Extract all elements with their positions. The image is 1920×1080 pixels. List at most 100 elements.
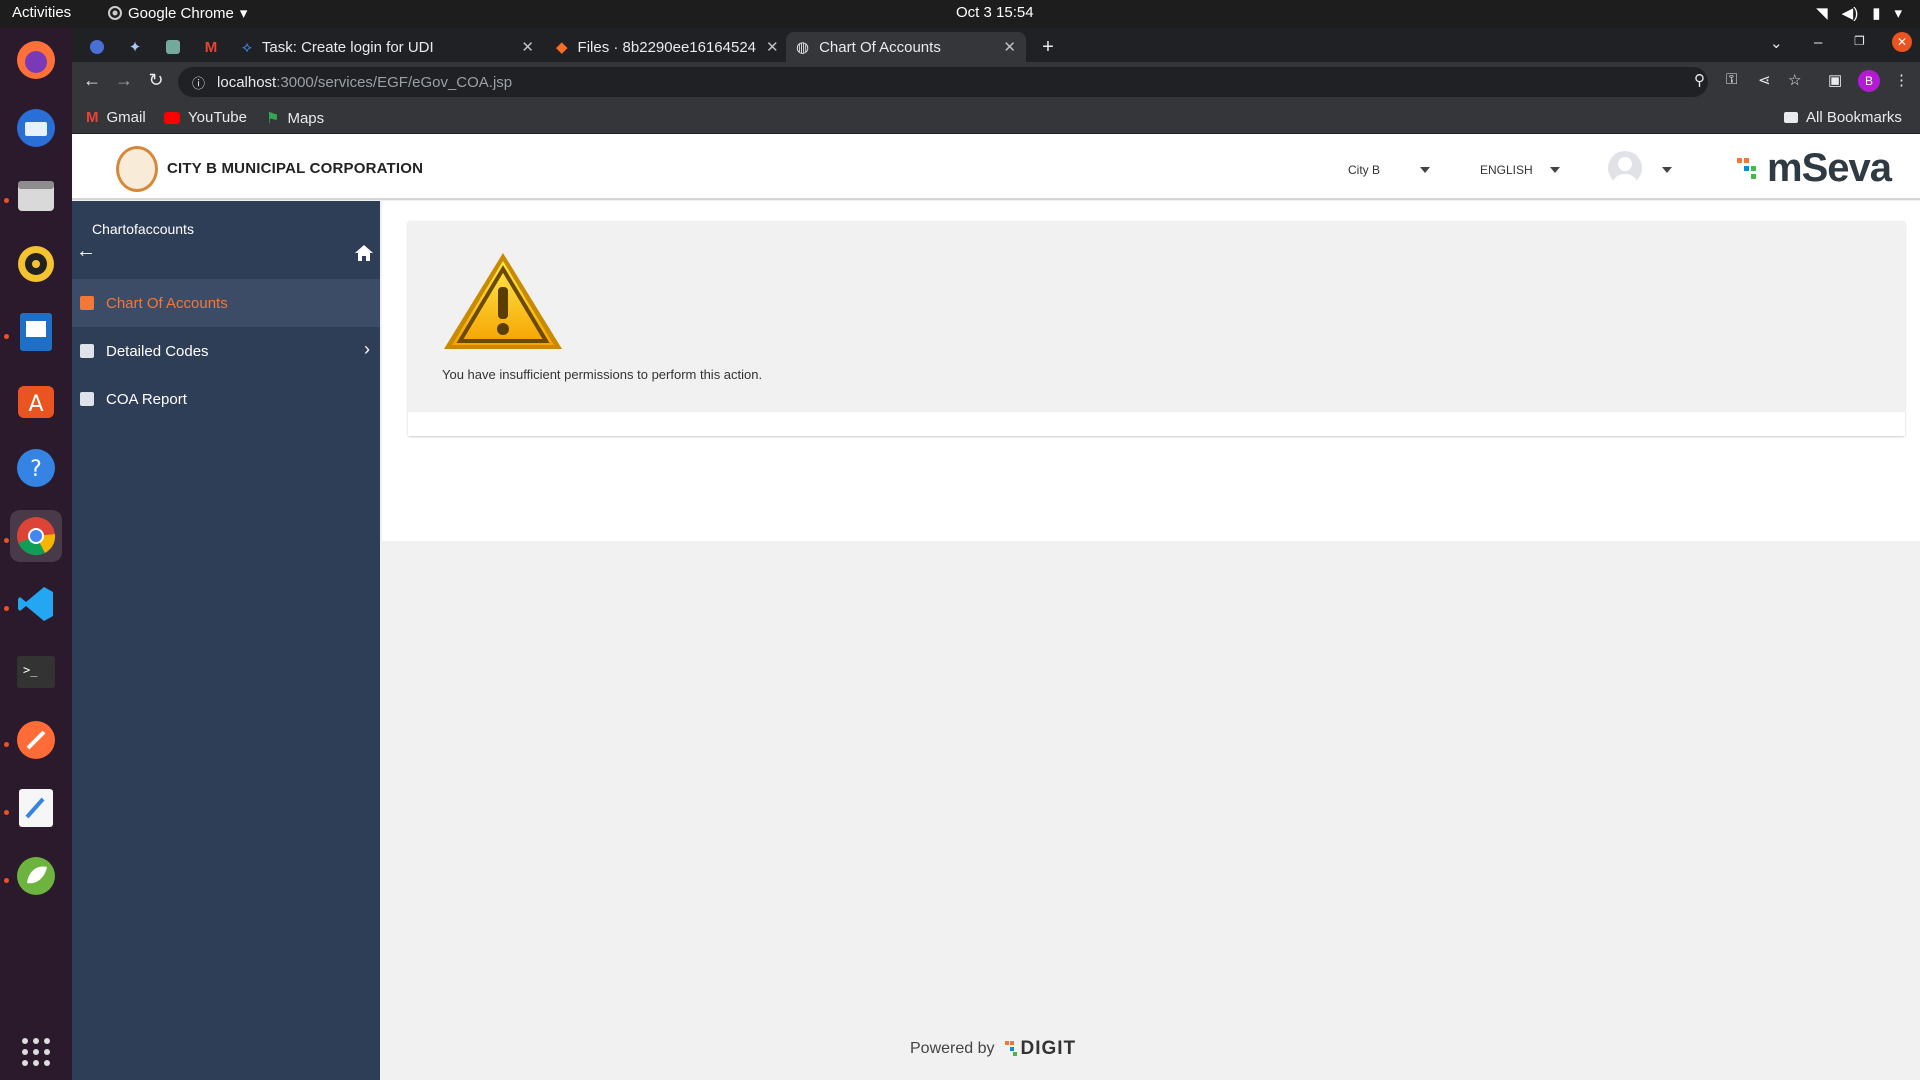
- show-apps-icon[interactable]: [10, 1026, 62, 1078]
- svg-text:>_: >_: [23, 663, 38, 677]
- home-icon[interactable]: [355, 245, 373, 266]
- new-tab-button[interactable]: +: [1030, 32, 1066, 62]
- close-icon[interactable]: ✕: [766, 38, 779, 56]
- wifi-icon: ◥: [1816, 5, 1828, 22]
- gmail-icon: M: [86, 109, 99, 126]
- chevron-right-icon: ›: [364, 339, 370, 359]
- reload-icon[interactable]: ↻: [144, 70, 168, 91]
- sidebar-item-coa-report[interactable]: COA Report: [72, 375, 380, 423]
- city-dropdown[interactable]: City B: [1348, 163, 1380, 177]
- tab-label: Task: Create login for UDI: [261, 38, 434, 56]
- minimize-icon[interactable]: –: [1814, 34, 1822, 51]
- bookmark-label: Maps: [287, 109, 325, 127]
- system-tray[interactable]: ◥ ◀) ▮ ▾: [1816, 4, 1902, 22]
- chevron-down-icon[interactable]: [1550, 167, 1560, 173]
- bookmark-youtube[interactable]: YouTube: [164, 109, 247, 126]
- web-page: CITY B MUNICIPAL CORPORATION City B ENGL…: [72, 134, 1920, 1080]
- sidebar-item-label: Chart Of Accounts: [106, 294, 228, 312]
- close-window-icon[interactable]: ✕: [1892, 32, 1912, 52]
- sidebar-item-chart-of-accounts[interactable]: Chart Of Accounts: [72, 279, 380, 327]
- spring-tools-icon[interactable]: [10, 850, 62, 902]
- close-icon[interactable]: ✕: [1003, 38, 1016, 56]
- tab-strip: ✦ M ⟡ Task: Create login for UDI ✕ ◆ Fil…: [72, 28, 1920, 62]
- location-icon[interactable]: ⚲: [1694, 71, 1705, 89]
- app-header: CITY B MUNICIPAL CORPORATION City B ENGL…: [72, 134, 1920, 200]
- star-icon[interactable]: ☆: [1788, 71, 1801, 89]
- share-icon[interactable]: ⋖: [1758, 71, 1771, 89]
- running-indicator: [4, 742, 9, 747]
- side-panel-icon[interactable]: ▣: [1828, 71, 1842, 89]
- bookmark-gmail[interactable]: M Gmail: [86, 109, 146, 126]
- powered-by-label: Powered by: [910, 1040, 995, 1057]
- chevron-down-icon[interactable]: [1662, 167, 1672, 173]
- running-indicator: [4, 334, 9, 339]
- browser-toolbar: ← → ↻ ⓘ localhost:3000/services/EGF/eGov…: [72, 62, 1920, 102]
- dock: A ? >_: [0, 28, 72, 1080]
- jira-icon: ⟡: [242, 38, 252, 56]
- thunderbird-icon[interactable]: [10, 102, 62, 154]
- back-arrow-icon[interactable]: ←: [76, 240, 96, 263]
- gitlab-icon: ◆: [556, 39, 568, 56]
- postman-icon[interactable]: [10, 714, 62, 766]
- bookmark-maps[interactable]: ⚑ Maps: [266, 109, 325, 128]
- tab-pinned[interactable]: [78, 32, 116, 62]
- key-icon[interactable]: ⚿: [1726, 71, 1737, 88]
- chrome-icon: [108, 6, 122, 20]
- system-top-bar: Activities Google Chrome ▾ Oct 3 15:54 ◥…: [0, 0, 1920, 28]
- clock[interactable]: Oct 3 15:54: [956, 4, 1034, 21]
- corporation-name: CITY B MUNICIPAL CORPORATION: [167, 160, 424, 177]
- writer-icon[interactable]: [10, 306, 62, 358]
- all-bookmarks-label: All Bookmarks: [1806, 109, 1902, 126]
- app-icon: [90, 40, 104, 54]
- forward-icon[interactable]: →: [112, 70, 136, 91]
- chevron-down-icon[interactable]: [1420, 167, 1430, 173]
- running-indicator: [4, 198, 9, 203]
- url: localhost:3000/services/EGF/eGov_COA.jsp: [217, 73, 513, 91]
- sidebar-item-detailed-codes[interactable]: Detailed Codes ›: [72, 327, 380, 375]
- running-indicator: [4, 606, 9, 611]
- card-footer: [408, 411, 1905, 436]
- running-indicator: [4, 810, 9, 815]
- vscode-icon[interactable]: [10, 578, 62, 630]
- all-bookmarks[interactable]: All Bookmarks: [1784, 109, 1902, 126]
- tab-label: Files · 8b2290ee16164524: [577, 38, 757, 56]
- text-editor-icon[interactable]: [10, 782, 62, 834]
- files-icon[interactable]: [10, 170, 62, 222]
- gmail-icon: M: [204, 38, 218, 56]
- avatar[interactable]: [1608, 151, 1642, 185]
- mseva-logo: mSeva: [1737, 146, 1892, 191]
- terminal-icon[interactable]: >_: [10, 646, 62, 698]
- maps-icon: ⚑: [266, 110, 280, 127]
- youtube-icon: [164, 111, 180, 124]
- tab-chart-of-accounts[interactable]: ◍ Chart Of Accounts ✕: [786, 32, 1026, 62]
- rhythmbox-icon[interactable]: [10, 238, 62, 290]
- activities-button[interactable]: Activities: [12, 4, 71, 21]
- address-bar[interactable]: ⓘ localhost:3000/services/EGF/eGov_COA.j…: [178, 67, 1708, 97]
- report-icon: [80, 296, 94, 310]
- sidebar-title: Chartofaccounts: [92, 221, 194, 237]
- digit-logo: DIGIT: [1004, 1038, 1077, 1060]
- report-icon: [80, 344, 94, 358]
- help-icon[interactable]: ?: [10, 442, 62, 494]
- app-center-icon[interactable]: A: [10, 374, 62, 426]
- menu-icon[interactable]: ⋮: [1894, 71, 1909, 89]
- tab-pinned[interactable]: M: [192, 32, 230, 62]
- plus-icon: +: [1042, 35, 1054, 58]
- back-icon[interactable]: ←: [80, 70, 104, 91]
- close-icon[interactable]: ✕: [521, 38, 534, 56]
- tab-pinned[interactable]: [154, 32, 192, 62]
- report-icon: [80, 392, 94, 406]
- restore-icon[interactable]: ❐: [1854, 34, 1865, 48]
- profile-avatar[interactable]: B: [1858, 70, 1880, 92]
- tab-search-icon[interactable]: ⌄: [1770, 34, 1783, 52]
- language-dropdown[interactable]: ENGLISH: [1480, 163, 1533, 177]
- app-menu[interactable]: Google Chrome ▾: [108, 4, 247, 22]
- tab-pinned[interactable]: ✦: [116, 32, 154, 62]
- tab-task[interactable]: ⟡ Task: Create login for UDI ✕: [232, 32, 544, 62]
- emblem-logo: [116, 146, 158, 192]
- chrome-icon[interactable]: [10, 510, 62, 562]
- tab-files[interactable]: ◆ Files · 8b2290ee16164524 ✕: [546, 32, 784, 62]
- error-message: You have insufficient permissions to per…: [442, 367, 763, 382]
- powered-by: Powered by DIGIT: [910, 1038, 1076, 1060]
- firefox-icon[interactable]: [10, 34, 62, 86]
